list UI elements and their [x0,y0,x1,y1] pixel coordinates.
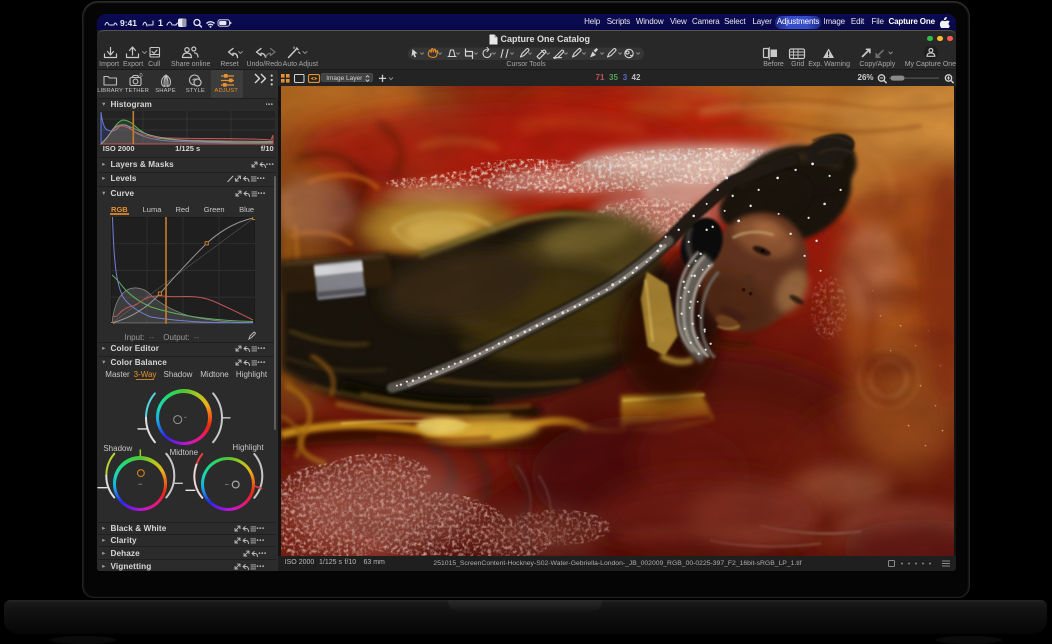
svg-text:9:41: 9:41 [120,18,137,28]
svg-text:1: 1 [158,18,163,28]
svg-text:0: 0 [139,73,142,79]
